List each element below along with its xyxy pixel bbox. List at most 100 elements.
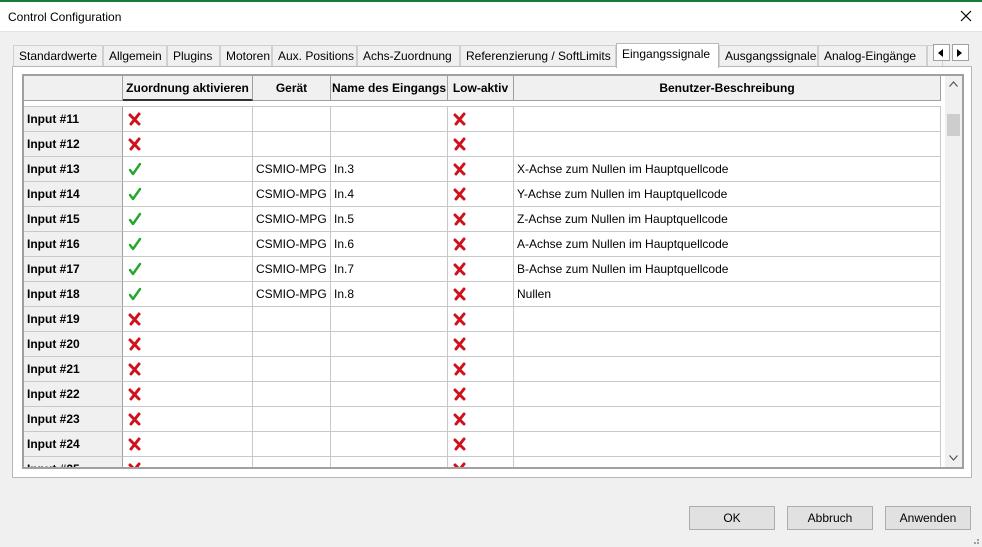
- input-name-cell[interactable]: In.8: [331, 282, 448, 307]
- device-cell[interactable]: CSMIO-MPG: [253, 232, 331, 257]
- input-name-cell[interactable]: In.3: [331, 157, 448, 182]
- enable-mapping-cell[interactable]: [123, 282, 253, 307]
- scroll-down-button[interactable]: [945, 450, 962, 467]
- tab-aux-positions[interactable]: Aux. Positions: [272, 45, 357, 67]
- vertical-scrollbar[interactable]: [945, 76, 962, 467]
- enable-mapping-cell[interactable]: [123, 207, 253, 232]
- tab-plugins[interactable]: Plugins: [167, 45, 220, 67]
- input-name-cell[interactable]: In.4: [331, 182, 448, 207]
- resize-grip-icon[interactable]: [970, 535, 980, 545]
- column-header[interactable]: Gerät: [253, 76, 331, 101]
- cancel-button[interactable]: Abbruch: [787, 506, 873, 530]
- input-name-cell[interactable]: In.7: [331, 257, 448, 282]
- input-name-cell[interactable]: [331, 107, 448, 132]
- enable-mapping-cell[interactable]: [123, 107, 253, 132]
- enable-mapping-cell[interactable]: [123, 307, 253, 332]
- row-header[interactable]: Input #16: [24, 232, 123, 257]
- column-header[interactable]: Name des Eingangs: [331, 76, 448, 101]
- user-description-cell[interactable]: A-Achse zum Nullen im Hauptquellcode: [514, 232, 941, 257]
- column-header[interactable]: Low-aktiv: [448, 76, 514, 101]
- scroll-thumb[interactable]: [947, 114, 960, 136]
- device-cell[interactable]: CSMIO-MPG: [253, 282, 331, 307]
- row-header[interactable]: Input #13: [24, 157, 123, 182]
- user-description-cell[interactable]: [514, 307, 941, 332]
- scroll-up-button[interactable]: [945, 76, 962, 93]
- user-description-cell[interactable]: Nullen: [514, 282, 941, 307]
- row-header[interactable]: Input #22: [24, 382, 123, 407]
- user-description-cell[interactable]: [514, 357, 941, 382]
- enable-mapping-cell[interactable]: [123, 157, 253, 182]
- input-name-cell[interactable]: [331, 457, 448, 467]
- grid-corner-cell[interactable]: [24, 76, 123, 101]
- device-cell[interactable]: CSMIO-MPG: [253, 157, 331, 182]
- row-header[interactable]: Input #25: [24, 457, 123, 467]
- low-active-cell[interactable]: [448, 382, 514, 407]
- tab-eingangssignale[interactable]: Eingangssignale: [616, 43, 719, 68]
- tab-achs-zuordnung[interactable]: Achs-Zuordnung: [357, 45, 460, 67]
- user-description-cell[interactable]: [514, 432, 941, 457]
- input-name-cell[interactable]: [331, 432, 448, 457]
- row-header[interactable]: Input #17: [24, 257, 123, 282]
- tab-scroll-left-button[interactable]: [933, 44, 950, 61]
- enable-mapping-cell[interactable]: [123, 407, 253, 432]
- input-name-cell[interactable]: [331, 332, 448, 357]
- device-cell[interactable]: CSMIO-MPG: [253, 257, 331, 282]
- row-header[interactable]: Input #24: [24, 432, 123, 457]
- tab-motoren[interactable]: Motoren: [220, 45, 272, 67]
- device-cell[interactable]: [253, 332, 331, 357]
- device-cell[interactable]: [253, 307, 331, 332]
- tab-standardwerte[interactable]: Standardwerte: [13, 45, 103, 67]
- low-active-cell[interactable]: [448, 132, 514, 157]
- enable-mapping-cell[interactable]: [123, 357, 253, 382]
- device-cell[interactable]: CSMIO-MPG: [253, 182, 331, 207]
- user-description-cell[interactable]: Y-Achse zum Nullen im Hauptquellcode: [514, 182, 941, 207]
- enable-mapping-cell[interactable]: [123, 182, 253, 207]
- enable-mapping-cell[interactable]: [123, 432, 253, 457]
- row-header[interactable]: Input #18: [24, 282, 123, 307]
- user-description-cell[interactable]: [514, 332, 941, 357]
- low-active-cell[interactable]: [448, 207, 514, 232]
- input-name-cell[interactable]: In.5: [331, 207, 448, 232]
- user-description-cell[interactable]: [514, 382, 941, 407]
- low-active-cell[interactable]: [448, 232, 514, 257]
- device-cell[interactable]: [253, 382, 331, 407]
- tab-ausgangssignale[interactable]: Ausgangssignale: [719, 45, 818, 67]
- row-header[interactable]: Input #21: [24, 357, 123, 382]
- input-name-cell[interactable]: [331, 382, 448, 407]
- low-active-cell[interactable]: [448, 307, 514, 332]
- column-header[interactable]: Zuordnung aktivieren: [123, 76, 253, 101]
- input-name-cell[interactable]: [331, 357, 448, 382]
- enable-mapping-cell[interactable]: [123, 132, 253, 157]
- device-cell[interactable]: CSMIO-MPG: [253, 207, 331, 232]
- user-description-cell[interactable]: [514, 132, 941, 157]
- user-description-cell[interactable]: B-Achse zum Nullen im Hauptquellcode: [514, 257, 941, 282]
- apply-button[interactable]: Anwenden: [885, 506, 971, 530]
- tab-referenzierung-softlimits[interactable]: Referenzierung / SoftLimits: [460, 45, 616, 67]
- device-cell[interactable]: [253, 132, 331, 157]
- input-name-cell[interactable]: [331, 407, 448, 432]
- tab-analog-eingänge[interactable]: Analog-Eingänge: [818, 45, 927, 67]
- tab-scroll-right-button[interactable]: [952, 44, 969, 61]
- low-active-cell[interactable]: [448, 257, 514, 282]
- enable-mapping-cell[interactable]: [123, 382, 253, 407]
- device-cell[interactable]: [253, 432, 331, 457]
- low-active-cell[interactable]: [448, 357, 514, 382]
- low-active-cell[interactable]: [448, 407, 514, 432]
- low-active-cell[interactable]: [448, 457, 514, 467]
- low-active-cell[interactable]: [448, 157, 514, 182]
- column-header[interactable]: Benutzer-Beschreibung: [514, 76, 941, 101]
- device-cell[interactable]: [253, 107, 331, 132]
- user-description-cell[interactable]: Z-Achse zum Nullen im Hauptquellcode: [514, 207, 941, 232]
- input-name-cell[interactable]: [331, 307, 448, 332]
- low-active-cell[interactable]: [448, 182, 514, 207]
- enable-mapping-cell[interactable]: [123, 257, 253, 282]
- enable-mapping-cell[interactable]: [123, 457, 253, 467]
- device-cell[interactable]: [253, 357, 331, 382]
- row-header[interactable]: Input #14: [24, 182, 123, 207]
- low-active-cell[interactable]: [448, 332, 514, 357]
- user-description-cell[interactable]: X-Achse zum Nullen im Hauptquellcode: [514, 157, 941, 182]
- row-header[interactable]: Input #23: [24, 407, 123, 432]
- ok-button[interactable]: OK: [689, 506, 775, 530]
- close-button[interactable]: [950, 2, 982, 32]
- row-header[interactable]: Input #20: [24, 332, 123, 357]
